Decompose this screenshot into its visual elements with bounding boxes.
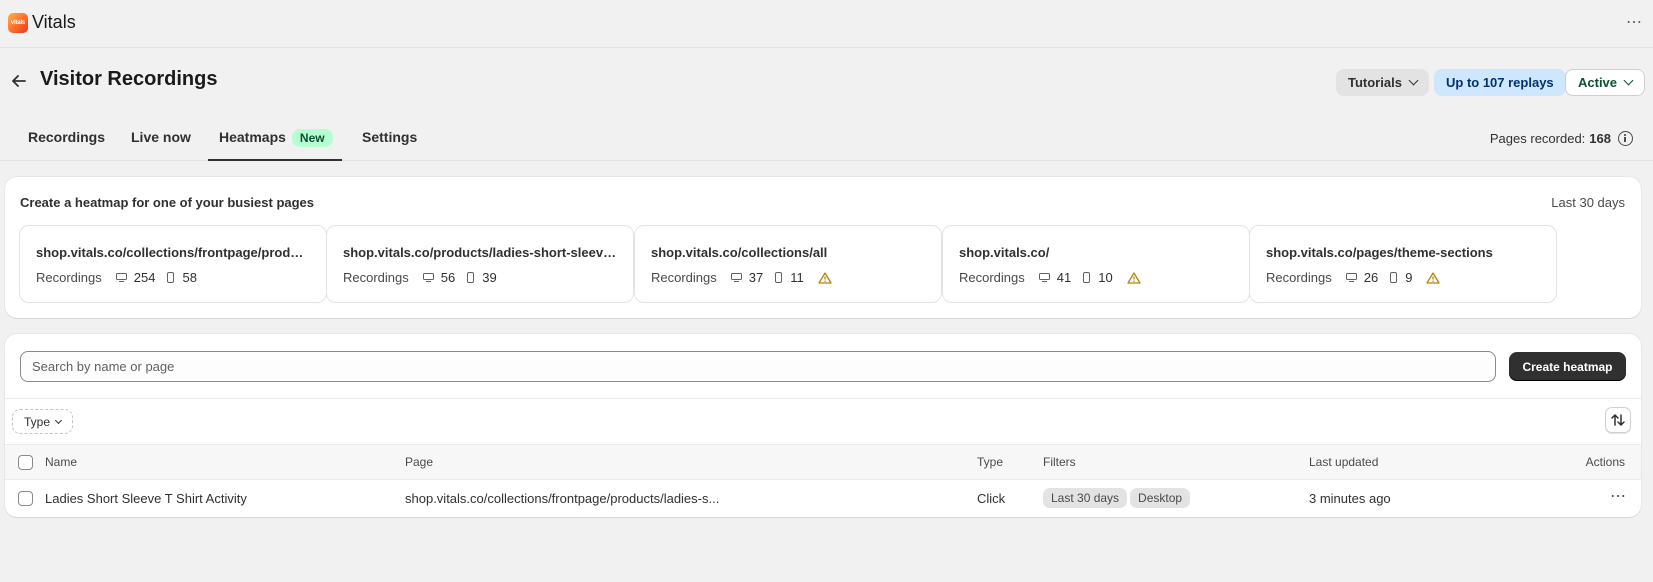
page-stats: Recordings 26 9 [1266, 270, 1540, 285]
mobile-icon [467, 272, 475, 283]
selected-tab-indicator [208, 159, 342, 161]
filter-bar: Type [5, 398, 1641, 444]
pages-recorded-label: Pages recorded: [1489, 131, 1586, 146]
mobile-icon [1390, 272, 1398, 283]
busiest-pages-card: Create a heatmap for one of your busiest… [5, 177, 1641, 318]
desktop-count: 37 [748, 270, 764, 285]
recordings-label: Recordings [36, 270, 102, 285]
back-arrow-icon[interactable] [8, 70, 30, 92]
tab-recordings[interactable]: Recordings [28, 129, 105, 145]
warning-icon [1127, 271, 1141, 284]
desktop-icon [422, 272, 434, 283]
tutorials-button[interactable]: Tutorials [1336, 69, 1429, 96]
pages-recorded: Pages recorded: 168 [1490, 131, 1633, 146]
mobile-count: 58 [182, 270, 197, 285]
filter-chip: Desktop [1130, 488, 1191, 508]
status-dropdown[interactable]: Active [1565, 69, 1646, 96]
warning-icon [1426, 271, 1441, 284]
tab-bar: Recordings Live now Heatmaps New Settings [0, 119, 1653, 161]
recordings-label: Recordings [1266, 270, 1332, 285]
tutorials-label: Tutorials [1348, 75, 1402, 90]
page-url: shop.vitals.co/pages/theme-sections [1266, 245, 1493, 260]
warning-icon [818, 271, 832, 284]
search-input[interactable] [20, 351, 1496, 382]
row-page: shop.vitals.co/collections/frontpage/pro… [405, 491, 720, 506]
recordings-label: Recordings [959, 270, 1025, 285]
chevron-down-icon [1623, 75, 1634, 86]
select-all-checkbox[interactable] [18, 455, 33, 470]
mobile-icon [167, 272, 175, 283]
row-actions-icon[interactable]: ⋯ [1610, 486, 1627, 506]
replays-badge-button[interactable]: Up to 107 replays [1434, 69, 1566, 96]
table-header: Name Page Type Filters Last updated Acti… [5, 444, 1641, 480]
type-filter-button[interactable]: Type [12, 409, 74, 434]
column-actions: Actions [1585, 455, 1625, 469]
row-type: Click [977, 491, 1006, 506]
tab-heatmaps-label: Heatmaps [219, 129, 286, 145]
type-filter-label: Type [24, 414, 51, 429]
desktop-count: 254 [133, 270, 156, 285]
page-stats: Recordings 37 11 [651, 270, 925, 285]
busiest-page-card[interactable]: shop.vitals.co/collections/all Recordings… [634, 225, 942, 303]
desktop-count: 41 [1056, 270, 1072, 285]
chevron-down-icon [54, 416, 63, 424]
recordings-label: Recordings [343, 270, 409, 285]
busiest-page-card[interactable]: shop.vitals.co/pages/theme-sections Recor… [1249, 225, 1557, 303]
pages-recorded-value: 168 [1589, 131, 1611, 146]
desktop-icon [115, 272, 127, 283]
tab-settings[interactable]: Settings [362, 129, 417, 145]
column-name: Name [45, 455, 78, 469]
tab-live-now[interactable]: Live now [131, 129, 191, 145]
more-options-icon[interactable]: ⋯ [1626, 12, 1643, 32]
busiest-pages-title: Create a heatmap for one of your busiest… [20, 195, 315, 210]
heatmaps-card: Create heatmap Type Name Page Type Filte… [5, 334, 1641, 517]
desktop-icon [730, 272, 742, 283]
column-filters: Filters [1043, 455, 1076, 469]
desktop-count: 26 [1363, 270, 1379, 285]
mobile-count: 10 [1098, 270, 1113, 285]
mobile-icon [775, 272, 783, 283]
replays-label: Up to 107 replays [1446, 75, 1554, 90]
recordings-label: Recordings [651, 270, 717, 285]
mobile-count: 9 [1405, 270, 1413, 285]
create-heatmap-button[interactable]: Create heatmap [1509, 352, 1626, 381]
column-page: Page [405, 455, 434, 469]
page-url: shop.vitals.co/ [959, 245, 1050, 260]
busiest-pages-range: Last 30 days [1551, 195, 1625, 210]
filter-chip: Last 30 days [1043, 488, 1128, 508]
tab-heatmaps[interactable]: Heatmaps New [219, 129, 333, 147]
busiest-page-card[interactable]: shop.vitals.co/Recordings 41 10 [942, 225, 1250, 303]
mobile-count: 39 [482, 270, 497, 285]
app-title: Vitals [32, 12, 76, 32]
desktop-icon [1038, 272, 1050, 283]
sort-button[interactable] [1605, 407, 1631, 433]
row-checkbox[interactable] [18, 491, 33, 506]
page-url: shop.vitals.co/collections/all [651, 245, 828, 260]
page-url: shop.vitals.co/collections/frontpage/pro… [36, 245, 310, 260]
column-type: Type [977, 455, 1004, 469]
sort-icon [1611, 414, 1625, 426]
column-last-updated: Last updated [1309, 455, 1379, 469]
page-stats: Recordings 254 58 [36, 270, 310, 285]
page-stats: Recordings 41 10 [959, 270, 1233, 285]
mobile-icon [1083, 272, 1091, 283]
page-title: Visitor Recordings [40, 68, 218, 90]
desktop-count: 56 [440, 270, 456, 285]
row-last-updated: 3 minutes ago [1309, 491, 1391, 506]
app-logo: vitals [8, 13, 28, 33]
table-row[interactable]: Ladies Short Sleeve T Shirt Activity sho… [5, 480, 1641, 517]
page-url: shop.vitals.co/products/ladies-short-sle… [343, 245, 617, 260]
desktop-icon [1345, 272, 1357, 283]
top-bar: vitals Vitals ⋯ [0, 0, 1653, 48]
mobile-count: 11 [790, 270, 804, 285]
busiest-page-card[interactable]: shop.vitals.co/products/ladies-short-sle… [326, 225, 634, 303]
info-icon[interactable] [1618, 131, 1633, 146]
status-label: Active [1578, 75, 1618, 90]
page-stats: Recordings 56 39 [343, 270, 617, 285]
row-name[interactable]: Ladies Short Sleeve T Shirt Activity [45, 491, 247, 506]
chevron-down-icon [1408, 75, 1419, 86]
new-badge: New [291, 129, 333, 147]
row-filters: Last 30 days Desktop [1043, 488, 1193, 508]
busiest-page-card[interactable]: shop.vitals.co/collections/frontpage/pro… [19, 225, 327, 303]
